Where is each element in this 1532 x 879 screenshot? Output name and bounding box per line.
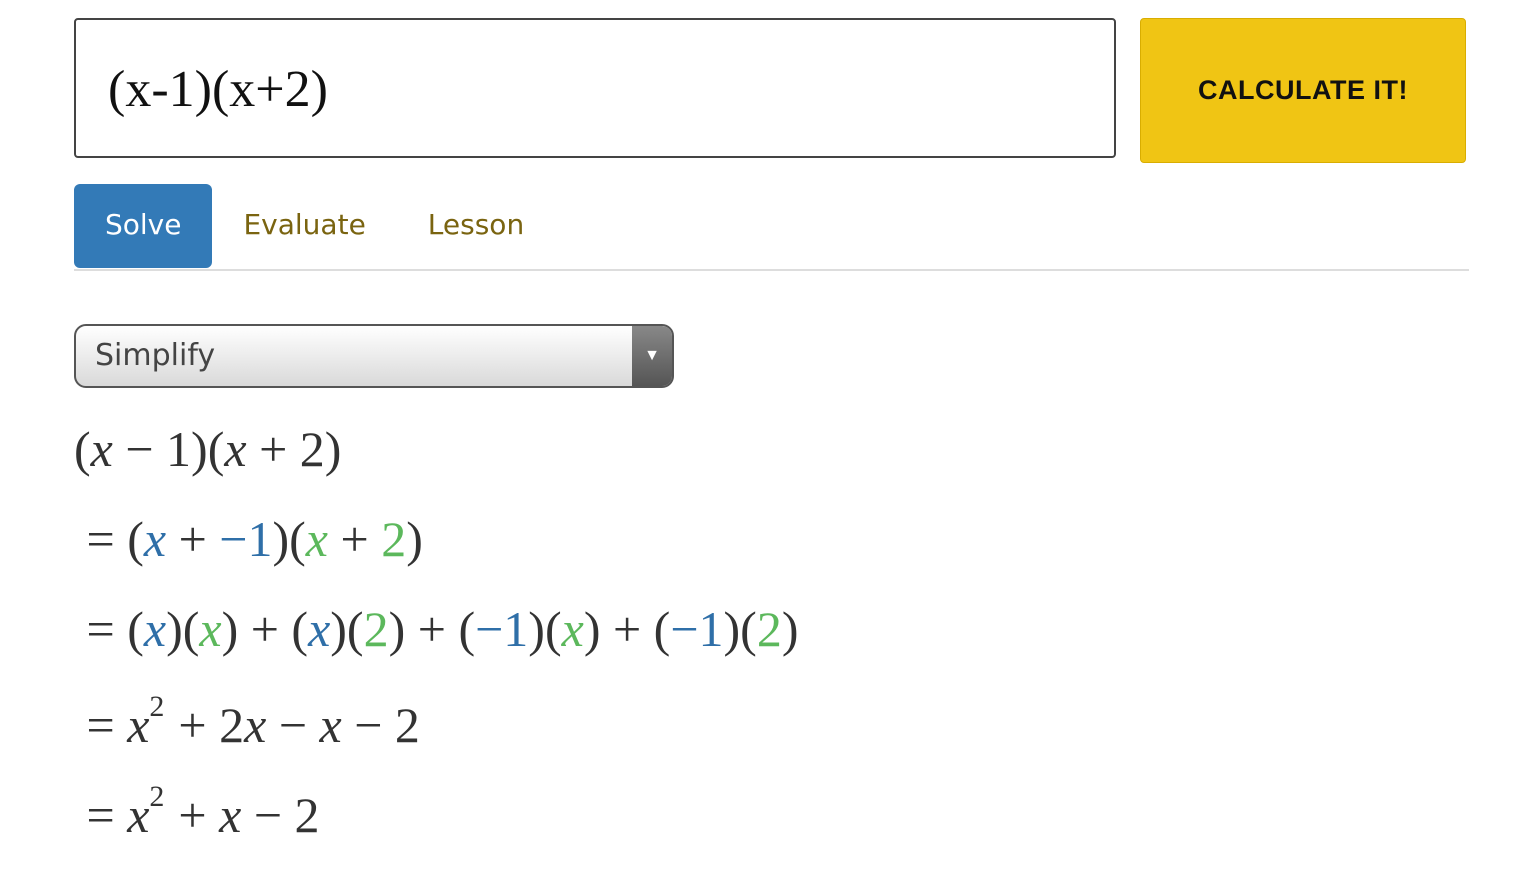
calculate-button[interactable]: CALCULATE IT! [1140, 18, 1466, 163]
math-token: )( [723, 601, 757, 657]
math-token: + [178, 787, 220, 843]
math-token: = ( [74, 601, 144, 657]
select-value: Simplify [95, 338, 216, 373]
solution-step: = x2 + 2x − x − 2 [74, 690, 420, 754]
math-token: x [90, 421, 113, 477]
solution-step: = (x)(x) + (x)(2) + (−1)(x) + (−1)(2) [74, 600, 799, 658]
tab-evaluate[interactable]: Evaluate [212, 184, 396, 268]
math-token: 2 [381, 511, 407, 567]
math-token: 2 [363, 601, 389, 657]
math-token: )( [166, 601, 200, 657]
math-token: + [327, 511, 382, 567]
solution-step: = x2 + x − 2 [74, 780, 320, 844]
original-expression: (x − 1)(x + 2) [74, 420, 341, 478]
math-token: 2 [756, 601, 782, 657]
math-token: x [244, 697, 267, 753]
math-token: x [199, 601, 222, 657]
exponent: 2 [149, 780, 165, 813]
math-token: x [219, 787, 242, 843]
math-token: )( [272, 511, 306, 567]
math-token: + 2 [178, 697, 245, 753]
math-token: + 2) [246, 421, 342, 477]
math-token: + [166, 511, 220, 567]
math-token: −1 [219, 511, 273, 567]
math-token: x [127, 697, 150, 753]
math-token: − 2 [241, 787, 320, 843]
math-token: x [305, 511, 328, 567]
math-token: ) [406, 511, 423, 567]
math-token: = [74, 787, 128, 843]
math-token: − [266, 697, 320, 753]
math-token: x [127, 787, 150, 843]
math-token: x [143, 511, 167, 567]
math-token: −1 [670, 601, 724, 657]
math-token: )( [330, 601, 364, 657]
math-token: ( [74, 421, 91, 477]
math-token: = ( [74, 511, 144, 567]
math-token: x [308, 601, 331, 657]
math-token: )( [528, 601, 562, 657]
expression-input[interactable]: (x-1)(x+2) [74, 18, 1116, 158]
solution-step: = (x + −1)(x + 2) [74, 510, 423, 568]
math-token: ) + ( [221, 601, 309, 657]
math-token: − 2 [341, 697, 420, 753]
math-token: −1 [475, 601, 529, 657]
math-token: = [74, 697, 128, 753]
math-token: − 1)( [112, 421, 225, 477]
tab-bar: Solve Evaluate Lesson [74, 184, 1469, 271]
math-token: ) + ( [388, 601, 476, 657]
chevron-down-icon[interactable]: ▼ [632, 326, 672, 386]
tab-lesson[interactable]: Lesson [397, 184, 555, 268]
tab-solve[interactable]: Solve [74, 184, 213, 268]
exponent: 2 [149, 690, 165, 723]
math-token: ) [781, 601, 799, 657]
math-token: ) + ( [583, 601, 671, 657]
math-token: x [561, 601, 584, 657]
math-token: x [319, 697, 342, 753]
math-token: x [143, 601, 167, 657]
operation-select[interactable]: Simplify ▼ [74, 324, 674, 388]
math-token: x [224, 421, 247, 477]
